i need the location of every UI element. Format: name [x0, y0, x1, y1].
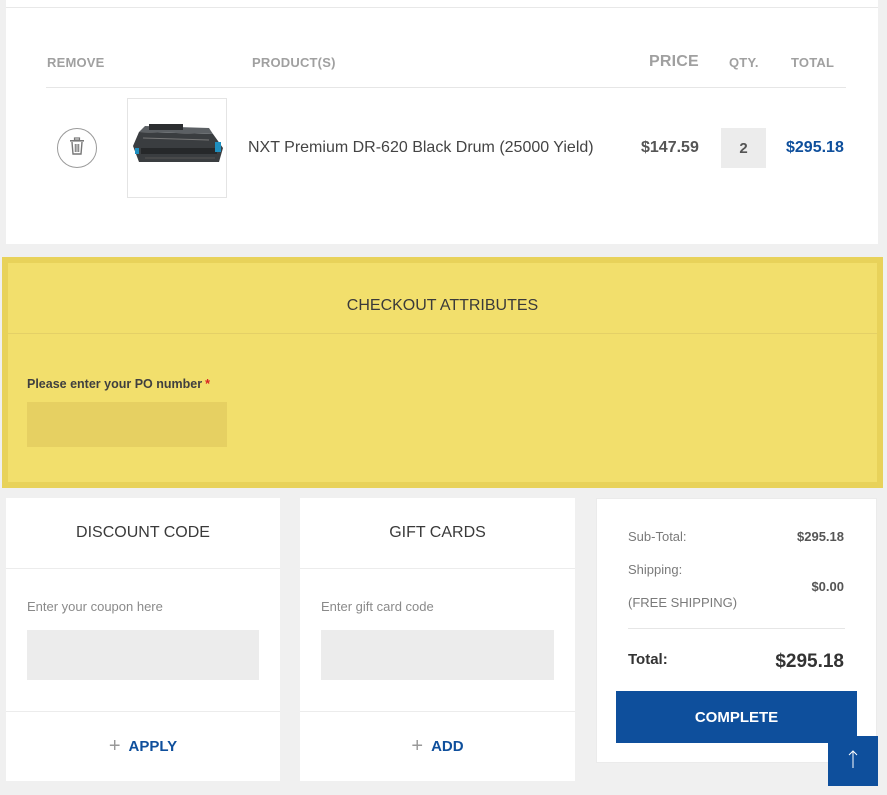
po-number-input[interactable] [27, 402, 227, 447]
divider [300, 568, 575, 569]
shipping-note: (FREE SHIPPING) [628, 595, 738, 610]
po-number-label-text: Please enter your PO number [27, 377, 203, 391]
section-title: GIFT CARDS [389, 524, 486, 541]
complete-button[interactable]: COMPLETE [616, 691, 857, 743]
plus-icon: + [411, 735, 424, 757]
discount-hint: Enter your coupon here [27, 599, 163, 614]
add-gift-card-button[interactable]: + ADD [300, 736, 575, 756]
divider [300, 711, 575, 712]
subtotal-value: $295.18 [797, 529, 844, 544]
shipping-value: $0.00 [811, 579, 844, 594]
trash-icon [69, 136, 85, 160]
quantity-input[interactable]: 2 [721, 128, 766, 168]
product-image[interactable] [127, 98, 227, 198]
divider [628, 628, 845, 629]
drum-unit-image [133, 124, 223, 162]
gift-card-input[interactable] [321, 630, 554, 680]
header-price: PRICE [649, 53, 699, 70]
divider [6, 7, 878, 8]
cart-table: REMOVE PRODUCT(S) PRICE QTY. TOTAL NXT P… [6, 0, 878, 244]
scroll-to-top-button[interactable] [828, 736, 878, 786]
section-title: DISCOUNT CODE [76, 524, 210, 541]
divider [6, 711, 280, 712]
add-label: ADD [431, 737, 464, 755]
row-total: $295.18 [786, 139, 844, 156]
header-products: PRODUCT(S) [252, 55, 336, 70]
divider [6, 568, 280, 569]
header-remove: REMOVE [47, 55, 105, 70]
product-name-link[interactable]: NXT Premium DR-620 Black Drum (25000 Yie… [248, 139, 594, 157]
header-total: TOTAL [791, 55, 835, 70]
gift-cards-box: GIFT CARDS Enter gift card code + ADD [300, 498, 575, 781]
apply-discount-button[interactable]: + APPLY [6, 736, 280, 756]
shipping-label: Shipping: [628, 562, 683, 577]
po-number-label: Please enter your PO number * [27, 377, 210, 391]
checkout-attributes-panel: CHECKOUT ATTRIBUTES Please enter your PO… [2, 257, 883, 488]
header-qty: QTY. [729, 55, 759, 70]
total-value: $295.18 [775, 651, 844, 672]
gift-card-hint: Enter gift card code [321, 599, 434, 614]
section-title: CHECKOUT ATTRIBUTES [346, 297, 539, 314]
remove-item-button[interactable] [57, 128, 97, 168]
divider [8, 333, 877, 334]
required-mark: * [205, 377, 210, 391]
apply-label: APPLY [128, 737, 178, 755]
arrow-up-icon [847, 749, 859, 774]
unit-price: $147.59 [641, 139, 699, 156]
discount-code-input[interactable] [27, 630, 259, 680]
plus-icon: + [108, 735, 121, 757]
divider [46, 87, 846, 88]
discount-code-box: DISCOUNT CODE Enter your coupon here + A… [6, 498, 280, 781]
total-label: Total: [628, 651, 668, 668]
subtotal-label: Sub-Total: [628, 529, 687, 544]
